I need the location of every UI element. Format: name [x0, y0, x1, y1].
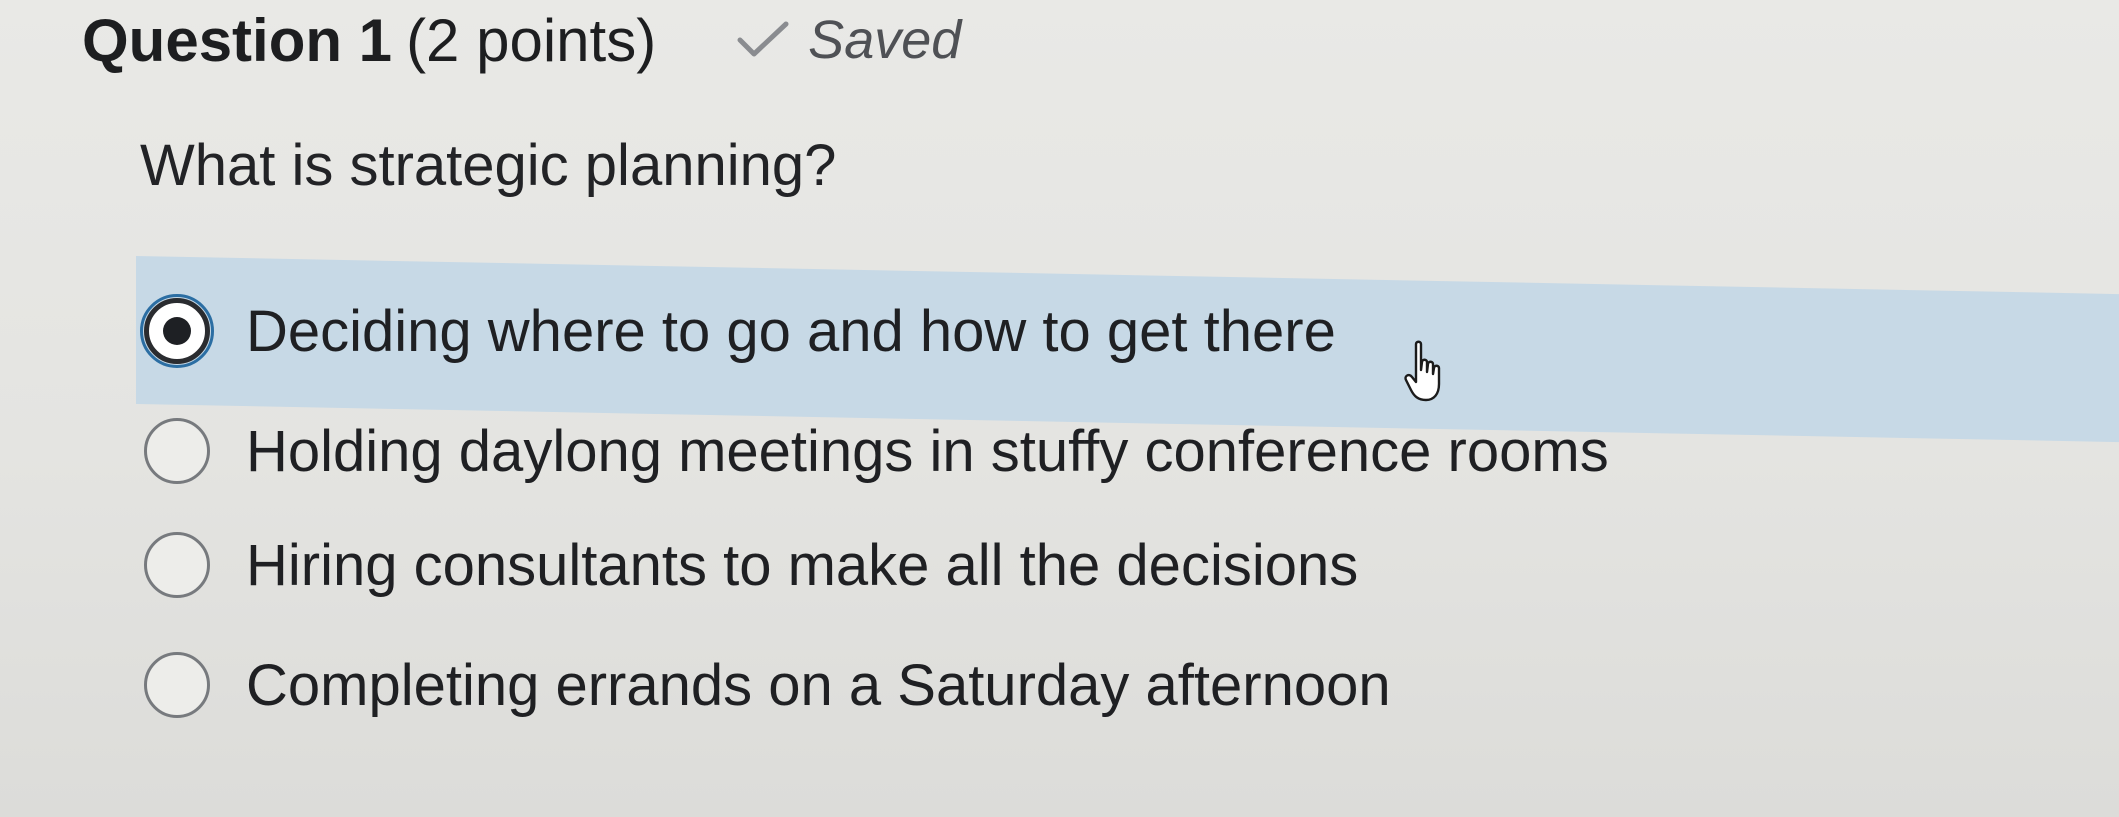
radio-button[interactable] — [144, 418, 210, 484]
option-label[interactable]: Holding daylong meetings in stuffy confe… — [246, 418, 1609, 485]
radio-button[interactable] — [144, 532, 210, 598]
option-label[interactable]: Hiring consultants to make all the decis… — [246, 532, 1358, 599]
option-3[interactable]: Hiring consultants to make all the decis… — [144, 520, 1358, 610]
option-2[interactable]: Holding daylong meetings in stuffy confe… — [144, 406, 1609, 496]
option-label[interactable]: Deciding where to go and how to get ther… — [246, 298, 1336, 365]
radio-button[interactable] — [144, 652, 210, 718]
option-1[interactable]: Deciding where to go and how to get ther… — [140, 286, 1336, 376]
option-4[interactable]: Completing errands on a Saturday afterno… — [144, 640, 1391, 730]
hand-pointer-icon — [1404, 340, 1441, 402]
radio-button-selected[interactable] — [140, 294, 214, 368]
answer-options: Deciding where to go and how to get ther… — [0, 0, 2119, 817]
option-label[interactable]: Completing errands on a Saturday afterno… — [246, 652, 1391, 719]
